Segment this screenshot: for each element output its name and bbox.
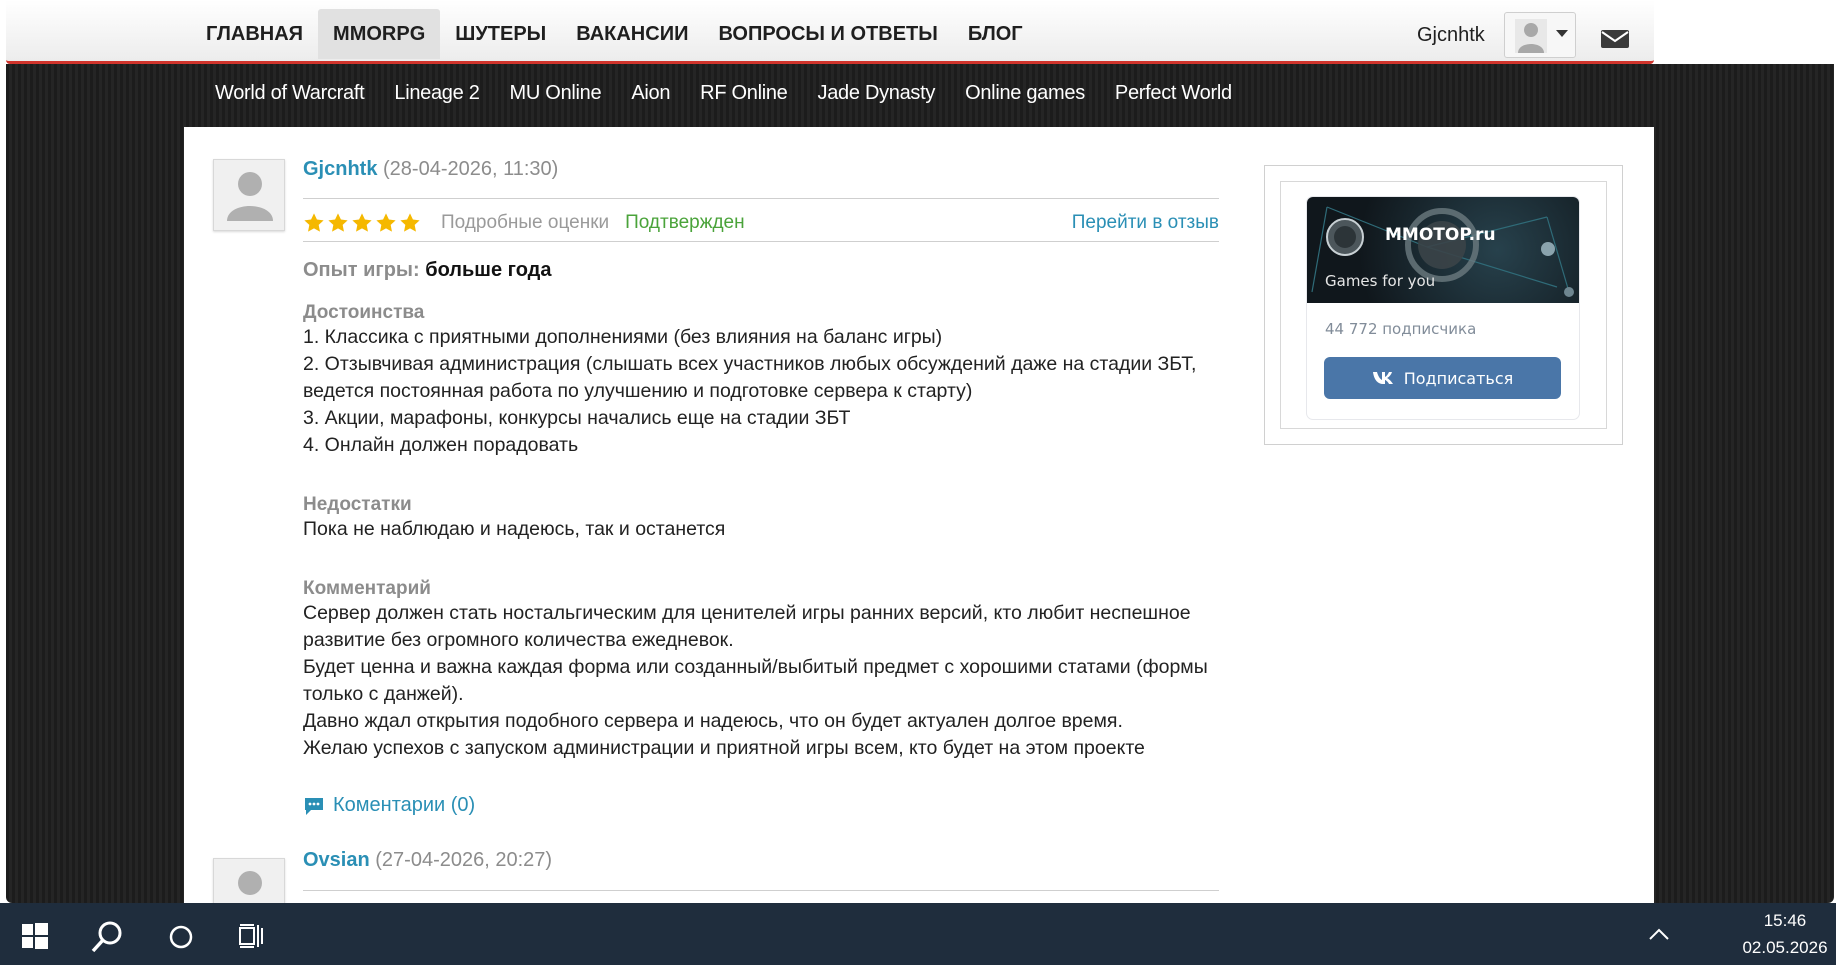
vk-banner: MMOTOP.ru Games for you [1307,197,1579,303]
vk-logo-icon [1372,372,1393,384]
cons-list: Пока не наблюдаю и надеюсь, так и остане… [303,516,1223,543]
task-view-icon[interactable] [238,922,266,950]
review-card: Gjcnhtk (28-04-2026, 11:30) Подробные оц… [184,127,1219,903]
reviewer-avatar[interactable] [213,858,285,903]
browser-viewport: ГЛАВНАЯ MMORPG ШУТЕРЫ ВАКАНСИИ ВОПРОСЫ И… [0,0,1836,903]
vk-widget-box: MMOTOP.ru Games for you 44 772 подписчик… [1280,181,1607,429]
main-nav: ГЛАВНАЯ MMORPG ШУТЕРЫ ВАКАНСИИ ВОПРОСЫ И… [191,9,1038,59]
pros-list: 1. Классика с приятными дополнениями (бе… [303,324,1223,459]
subnav-rf-online[interactable]: RF Online [685,82,802,105]
star-rating [303,212,421,234]
comment-line: Будет ценна и важна каждая форма или соз… [303,656,1208,678]
review-date: (27-04-2026, 20:27) [375,849,553,871]
vk-subscriber-count: 44 772 подписчика [1325,320,1477,338]
nav-shooters[interactable]: ШУТЕРЫ [440,9,561,59]
pros-title: Достоинства [303,302,425,323]
comment-line: Сервер должен стать ностальгическим для … [303,602,1191,624]
windows-start-icon[interactable] [22,923,48,949]
review-author-line: Gjcnhtk (28-04-2026, 11:30) [303,158,558,181]
pros-line: 1. Классика с приятными дополнениями (бе… [303,326,943,348]
divider [303,241,1219,242]
chat-bubble-icon [305,797,323,815]
user-menu-button[interactable] [1504,12,1576,58]
subnav-lineage2[interactable]: Lineage 2 [379,82,494,105]
taskbar-clock-date[interactable]: 02.05.2026 [1740,938,1830,958]
chevron-down-icon [1556,30,1568,37]
cons-title: Недостатки [303,494,412,515]
reviewer-name[interactable]: Ovsian [303,849,370,871]
user-avatar-icon [1515,19,1547,53]
nav-vacancies[interactable]: ВАКАНСИИ [561,9,703,59]
nav-blog[interactable]: БЛОГ [953,9,1038,59]
star-icon [304,213,324,232]
vk-subscribe-button[interactable]: Подписаться [1324,357,1561,399]
vk-tagline: Games for you [1325,272,1436,290]
pros-line: 2. Отзывчивая администрация (слышать все… [303,353,1197,375]
user-avatar-icon [227,172,273,221]
top-header: ГЛАВНАЯ MMORPG ШУТЕРЫ ВАКАНСИИ ВОПРОСЫ И… [6,0,1654,64]
star-icon [376,213,396,232]
vk-community-title: MMOTOP.ru [1385,225,1496,245]
comments-link-label: Коментарии (0) [333,794,476,816]
comment-title: Комментарий [303,578,431,599]
cons-line: Пока не наблюдаю и надеюсь, так и остане… [303,518,726,540]
pros-line: 4. Онлайн должен порадовать [303,434,579,456]
comment-line: Желаю успехов с запуском администрации и… [303,737,1145,759]
reviewer-avatar[interactable] [213,159,285,231]
subnav-wow[interactable]: World of Warcraft [200,82,379,105]
star-icon [328,213,348,232]
vk-community-card[interactable]: MMOTOP.ru Games for you 44 772 подписчик… [1307,197,1579,419]
experience-label: Опыт игры: [303,259,420,281]
comment-text: Сервер должен стать ностальгическим для … [303,600,1223,762]
comments-link[interactable]: Коментарии (0) [303,794,475,817]
game-experience: Опыт игры: больше года [303,259,551,282]
reviewer-name[interactable]: Gjcnhtk [303,158,377,180]
main-content: Gjcnhtk (28-04-2026, 11:30) Подробные оц… [184,127,1654,903]
pros-line: ведется постоянная работа по улучшению и… [303,380,973,402]
rating-row: Подробные оценки Подтвержден Перейти в о… [303,208,1219,238]
mmotop-logo-icon [1326,218,1364,256]
review-author-line: Ovsian (27-04-2026, 20:27) [303,849,552,872]
star-icon [400,213,420,232]
search-icon[interactable] [90,920,124,954]
comment-line: развитие без огромного количества ежедне… [303,629,734,651]
goto-review-link[interactable]: Перейти в отзыв [1072,212,1219,234]
mail-icon[interactable] [1600,28,1630,50]
review-date: (28-04-2026, 11:30) [383,158,559,180]
divider [303,890,1219,891]
confirmed-status: Подтвержден [625,212,745,233]
subnav-jade-dynasty[interactable]: Jade Dynasty [803,82,951,105]
subnav-online-games[interactable]: Online games [950,82,1100,105]
subnav-perfect-world[interactable]: Perfect World [1100,82,1247,105]
vk-widget-frame: MMOTOP.ru Games for you 44 772 подписчик… [1264,165,1623,445]
detailed-ratings-link[interactable]: Подробные оценки [441,212,609,234]
divider [303,198,1219,199]
subnav-mu-online[interactable]: MU Online [495,82,617,105]
nav-home[interactable]: ГЛАВНАЯ [191,9,318,59]
comment-line: только с данжей). [303,683,464,705]
subnav-aion[interactable]: Aion [616,82,685,105]
game-sub-nav: World of Warcraft Lineage 2 MU Online Ai… [200,82,1247,105]
user-avatar-icon [238,871,262,895]
comment-line: Давно ждал открытия подобного сервера и … [303,710,1123,732]
windows-taskbar: 15:46 02.05.2026 [0,903,1836,965]
user-name[interactable]: Gjcnhtk [1417,24,1485,47]
cortana-icon[interactable] [168,924,194,950]
experience-value: больше года [425,259,552,281]
star-icon [352,213,372,232]
pros-line: 3. Акции, марафоны, конкурсы начались ещ… [303,407,851,429]
nav-mmorpg[interactable]: MMORPG [318,9,441,59]
chevron-up-icon[interactable] [1648,927,1670,941]
nav-qa[interactable]: ВОПРОСЫ И ОТВЕТЫ [703,9,952,59]
vk-subscribe-label: Подписаться [1403,368,1514,388]
taskbar-clock-time[interactable]: 15:46 [1740,911,1830,931]
